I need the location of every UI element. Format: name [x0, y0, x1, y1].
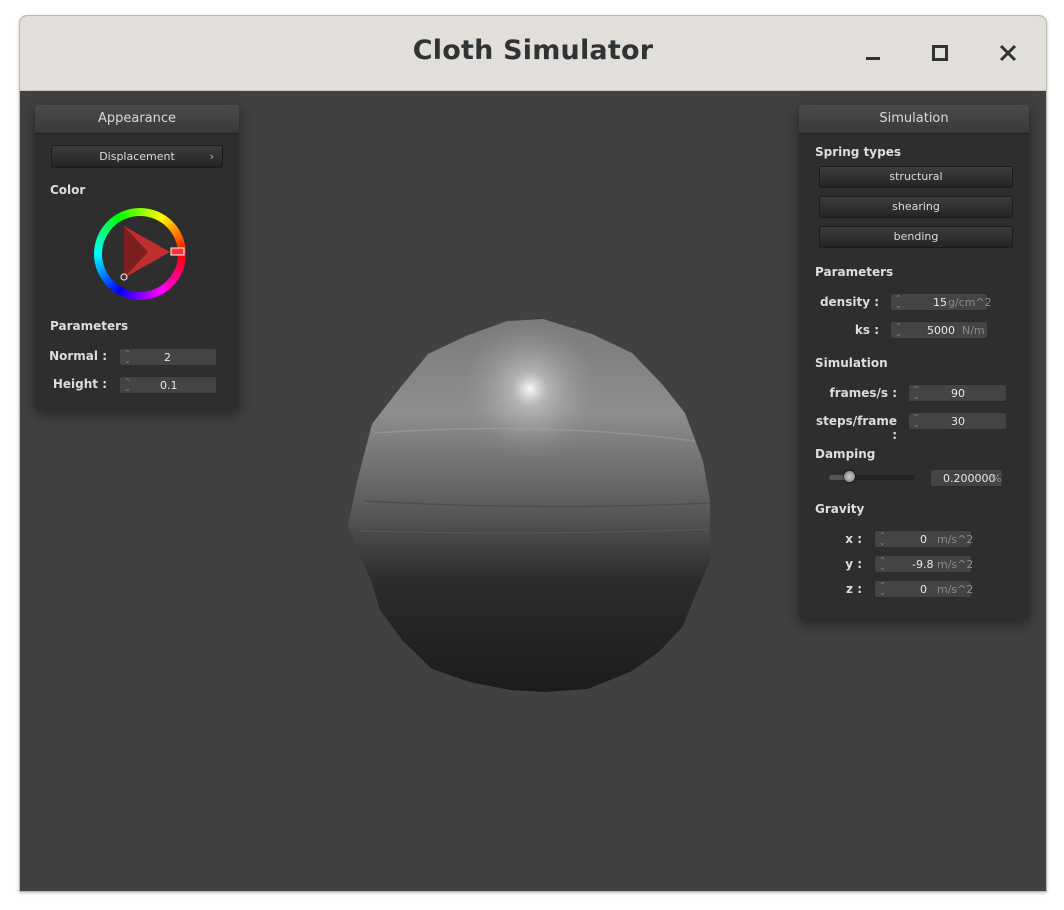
gravity-y-label: y :	[845, 557, 862, 571]
spinner-icon[interactable]: ⌃ ⌄	[124, 350, 131, 365]
spinner-icon[interactable]: ⌃ ⌄	[879, 557, 886, 572]
3d-viewport[interactable]: Appearance Displacement › Color Paramete…	[20, 91, 1046, 891]
spinner-icon[interactable]: ⌃ ⌄	[913, 414, 920, 429]
bending-button[interactable]: bending	[819, 226, 1013, 248]
maximize-button[interactable]	[925, 38, 955, 68]
shader-dropdown[interactable]: Displacement ›	[51, 145, 223, 168]
parameters-label: Parameters	[815, 265, 894, 279]
frames-value: 90	[951, 387, 965, 400]
spinner-icon[interactable]: ⌃ ⌄	[124, 378, 131, 393]
color-label: Color	[50, 183, 86, 197]
minimize-icon	[866, 57, 880, 60]
frames-label: frames/s :	[829, 386, 897, 400]
steps-label: steps/frame :	[815, 414, 897, 442]
simulation-label: Simulation	[815, 356, 888, 370]
height-label: Height :	[52, 377, 107, 391]
damping-unit: %	[991, 472, 1002, 485]
appearance-header: Appearance	[35, 105, 239, 134]
damping-slider-handle[interactable]	[844, 471, 855, 482]
appearance-parameters-label: Parameters	[50, 319, 129, 333]
app-window: Cloth Simulator Appearance Displacement …	[19, 15, 1047, 892]
spinner-icon[interactable]: ⌃ ⌄	[895, 323, 902, 338]
ks-label: ks :	[854, 323, 879, 337]
shader-dropdown-label: Displacement	[99, 150, 175, 163]
simulation-panel: Simulation Spring types structural shear…	[799, 105, 1029, 620]
simulation-header: Simulation	[799, 105, 1029, 134]
gravity-x-input[interactable]: ⌃ ⌄ 0 m/s^2	[874, 530, 974, 548]
ks-unit: N/m	[962, 324, 985, 337]
damping-label: Damping	[815, 447, 876, 461]
spinner-icon[interactable]: ⌃ ⌄	[879, 582, 886, 597]
height-value: 0.1	[160, 379, 178, 392]
gravity-z-input[interactable]: ⌃ ⌄ 0 m/s^2	[874, 580, 974, 598]
gravity-y-value: -9.8	[912, 558, 934, 571]
spinner-icon[interactable]: ⌃ ⌄	[895, 295, 902, 310]
gravity-x-unit: m/s^2	[937, 533, 974, 546]
steps-value: 30	[951, 415, 965, 428]
gravity-z-unit: m/s^2	[937, 583, 974, 596]
density-value: 15	[933, 296, 947, 309]
minimize-button[interactable]	[858, 38, 888, 68]
hue-selector[interactable]	[170, 247, 185, 256]
ks-input[interactable]: ⌃ ⌄ 5000 N/m	[890, 321, 988, 339]
normal-value: 2	[164, 351, 171, 364]
damping-input[interactable]: 0.200000 %	[930, 469, 1003, 487]
spinner-icon[interactable]: ⌃ ⌄	[879, 532, 886, 547]
close-button[interactable]	[993, 38, 1023, 68]
density-unit: g/cm^2	[948, 296, 992, 309]
density-label: density :	[819, 295, 879, 309]
structural-button[interactable]: structural	[819, 166, 1013, 188]
spinner-icon[interactable]: ⌃ ⌄	[913, 386, 920, 401]
normal-input[interactable]: ⌃ ⌄ 2	[119, 348, 217, 366]
normal-label: Normal :	[49, 349, 107, 363]
gravity-x-value: 0	[920, 533, 927, 546]
density-input[interactable]: ⌃ ⌄ 15 g/cm^2	[890, 293, 992, 311]
damping-value: 0.200000	[943, 472, 996, 485]
gravity-z-label: z :	[846, 582, 862, 596]
gravity-y-unit: m/s^2	[937, 558, 974, 571]
title-bar[interactable]: Cloth Simulator	[20, 16, 1046, 91]
ks-value: 5000	[927, 324, 955, 337]
gravity-x-label: x :	[845, 532, 862, 546]
window-title: Cloth Simulator	[412, 35, 654, 66]
gravity-z-value: 0	[920, 583, 927, 596]
spring-types-label: Spring types	[815, 145, 902, 159]
gravity-label: Gravity	[815, 502, 865, 516]
color-wheel[interactable]	[93, 207, 189, 303]
chevron-right-icon: ›	[209, 150, 214, 163]
frames-input[interactable]: ⌃ ⌄ 90	[908, 384, 1007, 402]
gravity-y-input[interactable]: ⌃ ⌄ -9.8 m/s^2	[874, 555, 974, 573]
height-input[interactable]: ⌃ ⌄ 0.1	[119, 376, 217, 394]
close-icon	[999, 44, 1017, 62]
shearing-button[interactable]: shearing	[819, 196, 1013, 218]
appearance-panel: Appearance Displacement › Color Paramete…	[35, 105, 239, 410]
steps-input[interactable]: ⌃ ⌄ 30	[908, 412, 1007, 430]
maximize-icon	[932, 45, 948, 61]
damping-slider[interactable]	[829, 471, 915, 482]
